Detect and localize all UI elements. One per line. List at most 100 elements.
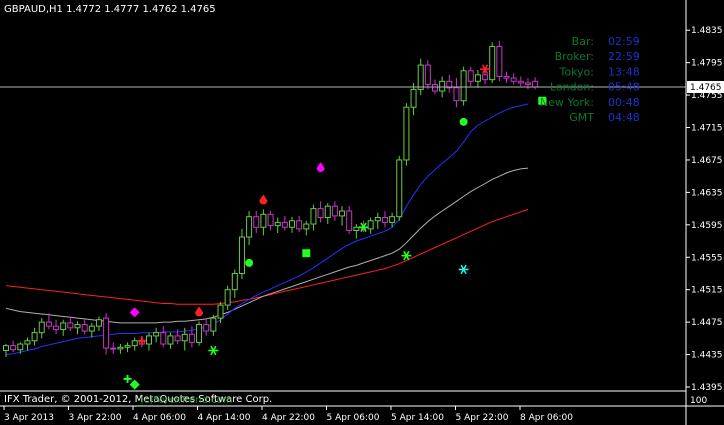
candle-body (317, 208, 324, 219)
signal-square-icon (302, 249, 311, 258)
candle-body (103, 317, 110, 349)
session-time: 05:48 (608, 81, 640, 94)
candle-body (510, 77, 517, 82)
price-tick-label: 1.4595 (691, 221, 723, 231)
candle-body (424, 64, 431, 86)
candle-body (217, 304, 224, 319)
time-tick-label: 4 Apr 14:00 (198, 413, 251, 423)
candle-body (74, 324, 81, 329)
price-tick-label: 1.4795 (691, 59, 723, 69)
candle-body (260, 213, 267, 228)
price-tick-label: 1.4835 (691, 26, 723, 36)
signal-asterisk-icon (208, 345, 219, 356)
candle-body (67, 322, 74, 329)
symbol-header: GBPAUD,H1 1.4772 1.4777 1.4762 1.4765 (4, 4, 216, 15)
session-time: 13:48 (608, 65, 640, 78)
session-time: 00:48 (608, 96, 640, 109)
session-clock-panel: Bar: 02:59 Broker: 22:59 Tokyo: 13:48 London: 0… (540, 35, 640, 124)
candle-body (267, 213, 274, 227)
candle-body (389, 216, 396, 223)
candle-body (296, 220, 303, 230)
price-tick-label: 1.4755 (691, 91, 723, 101)
candle-body (53, 325, 60, 330)
candle-body (131, 340, 138, 347)
candle-body (45, 321, 52, 327)
candle-body (81, 324, 88, 332)
candle-body (496, 45, 503, 77)
candle-body (532, 80, 539, 88)
indicator-value-label: 100 (690, 396, 707, 406)
candle-body (181, 333, 188, 342)
session-label: Bar: (572, 35, 594, 48)
candle-body (331, 205, 338, 217)
candle-body (396, 159, 403, 218)
candle-body (417, 64, 424, 90)
session-label: London: (550, 81, 594, 94)
candle-body (24, 340, 31, 345)
signal-diamond-icon (129, 307, 140, 318)
candle-body (60, 322, 67, 330)
candle-body (188, 333, 195, 343)
candle-body (439, 80, 446, 92)
signal-diamond-icon (129, 379, 140, 390)
candle-body (17, 343, 24, 351)
candle-body (460, 70, 467, 102)
price-tick-label: 1.4675 (691, 156, 723, 166)
price-tick-label: 1.4475 (691, 318, 723, 328)
candle-body (3, 345, 9, 352)
candle-body (160, 332, 167, 345)
candle-body (432, 84, 438, 92)
candle-body (124, 345, 131, 348)
price-tick-label: 1.4395 (691, 383, 723, 393)
session-label: Broker: (555, 50, 594, 63)
session-label: New York: (540, 96, 594, 109)
ma-mid-line (5, 167, 529, 324)
session-time: 02:59 (608, 35, 640, 48)
price-tick-label: 1.4715 (691, 124, 723, 134)
candle-body (303, 223, 310, 230)
candle-body (374, 217, 381, 222)
candle-body (339, 210, 346, 217)
candle-body (524, 82, 531, 86)
price-tick-label: 1.4555 (691, 253, 723, 263)
time-axis-ticks: 3 Apr 2013 3 Apr 22:00 4 Apr 06:00 4 Apr 14… (3, 406, 573, 423)
candle-body (167, 335, 174, 345)
signal-asterisk-icon (458, 264, 469, 275)
candle-body (474, 74, 481, 82)
candle-body (410, 88, 417, 108)
candle-body (174, 335, 181, 342)
session-time: 22:59 (608, 50, 640, 63)
watermark-text: (c)ForexTrend.com (140, 395, 233, 406)
time-tick-label: 5 Apr 06:00 (327, 413, 380, 423)
candles (3, 40, 539, 357)
candle-body (489, 45, 496, 81)
chart-canvas[interactable]: 1.4765 1.48351.47951.47551.47151.46751.4… (0, 0, 724, 425)
candle-body (517, 80, 524, 84)
candle-body (346, 210, 353, 232)
candle-body (38, 321, 45, 334)
candle-body (353, 226, 360, 232)
signal-plus-icon (123, 374, 132, 383)
candle-body (224, 289, 231, 306)
candle-body (203, 324, 210, 332)
candle-body (281, 221, 288, 228)
time-tick-label: 3 Apr 2013 (4, 413, 54, 423)
time-tick-label: 8 Apr 06:00 (520, 413, 573, 423)
candle-body (238, 236, 245, 274)
session-label: GMT (569, 111, 594, 124)
candle-body (31, 332, 38, 342)
candle-body (274, 221, 281, 227)
candle-body (310, 208, 317, 225)
candle-body (403, 106, 410, 161)
ma-fast-line (5, 103, 529, 356)
price-tick-label: 1.4515 (691, 286, 723, 296)
candle-body (210, 317, 217, 332)
chart-window[interactable]: 1.4765 1.4835 1.4795 1.4755 1.4715 1.4675 1.4… (0, 0, 724, 425)
candle-body (117, 346, 124, 350)
candle-body (146, 335, 152, 345)
candle-body (246, 216, 253, 238)
signal-circle-icon (245, 258, 254, 267)
signal-drop-icon (259, 194, 268, 205)
signal-circle-icon (459, 117, 468, 126)
time-tick-label: 5 Apr 22:00 (456, 413, 509, 423)
